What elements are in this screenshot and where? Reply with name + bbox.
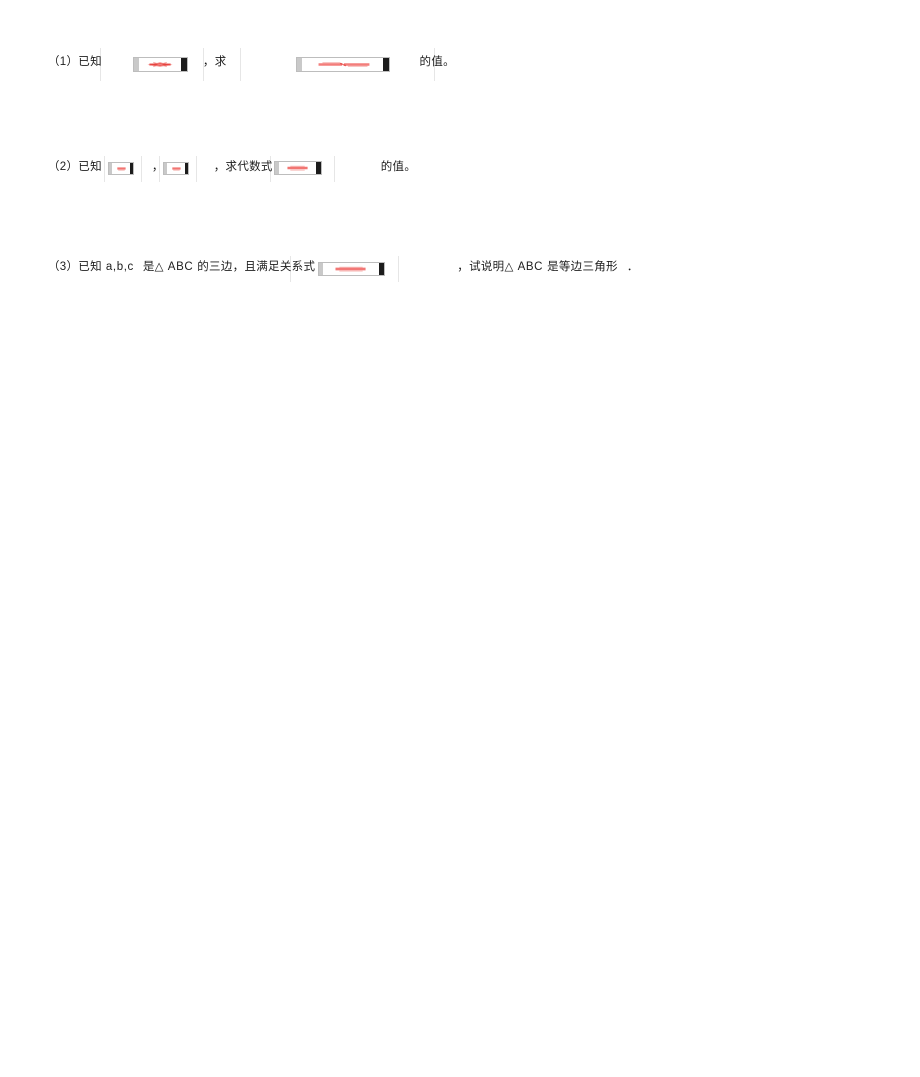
red-ink-artifact xyxy=(297,58,389,71)
red-ink-artifact xyxy=(319,263,384,275)
problem-item-1: （1） 已知 ， 求 的值。 xyxy=(48,52,455,72)
problem-comma-3-1: ， xyxy=(457,261,470,273)
problem-comma-2-1: ， xyxy=(151,161,164,173)
red-ink-artifact xyxy=(275,162,321,174)
red-ink-artifact xyxy=(109,163,133,174)
problem-comma-2-2: ， xyxy=(213,161,226,173)
problem-ask-label-1: 求 xyxy=(214,56,227,68)
problem-number-1: （1） xyxy=(48,56,79,68)
problem-known-label-2: 已知 xyxy=(78,161,102,173)
problem-sides-label-3: 的三边，且满足关系式 xyxy=(197,261,316,273)
problem-variables-3: a,b,c xyxy=(105,261,134,273)
red-ink-artifact xyxy=(134,58,187,71)
problem-is-label-3: 是△ xyxy=(142,261,164,273)
problem-ask-label-2: 求代数式 xyxy=(225,161,273,173)
broken-formula-image-1-2 xyxy=(296,57,390,72)
problem-known-label-3: 已知 xyxy=(78,261,102,273)
problem-period-3: ． xyxy=(626,261,639,273)
red-ink-artifact xyxy=(164,163,188,174)
problem-number-2: （2） xyxy=(48,161,79,173)
broken-formula-image-2-2 xyxy=(163,162,189,175)
problem-triangle-label-3: ABC xyxy=(167,261,194,273)
problem-explain-label-3: 试说明△ xyxy=(469,261,514,273)
problem-item-2: （2） 已知 ， ， 求代数式 的值。 xyxy=(48,157,416,177)
broken-formula-image-3-1 xyxy=(318,262,385,276)
broken-formula-image-2-1 xyxy=(108,162,134,175)
problem-comma-1-1: ， xyxy=(202,56,215,68)
problem-number-3: （3） xyxy=(48,261,79,273)
problem-known-label-1: 已知 xyxy=(78,56,102,68)
problem-tail-label-1: 的值。 xyxy=(419,56,455,68)
worksheet-page: （1） 已知 ， 求 的值。 （2） 已知 ， ， 求代数式 的值。 （3） 已… xyxy=(0,0,920,1077)
problem-triangle-label-3b: ABC xyxy=(517,261,544,273)
broken-formula-image-1-1 xyxy=(133,57,188,72)
problem-tail-label-2: 的值。 xyxy=(380,161,417,173)
broken-formula-image-2-3 xyxy=(274,161,322,175)
problem-conclusion-label-3: 是等边三角形 xyxy=(547,261,618,273)
